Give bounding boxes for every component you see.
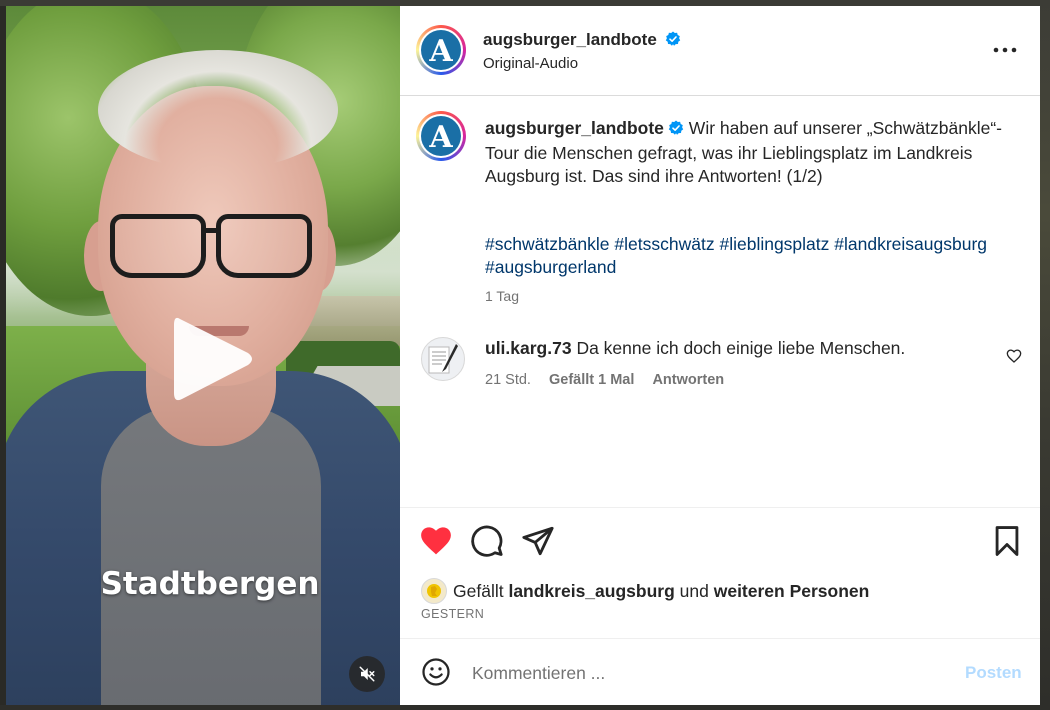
more-options-icon[interactable]: [992, 42, 1018, 58]
backdrop-right[interactable]: [1040, 0, 1050, 710]
liker-username[interactable]: landkreis_augsburg: [508, 581, 674, 602]
paper-plane-icon[interactable]: [521, 524, 555, 558]
logo-letter: A: [428, 34, 453, 67]
caption-author-avatar[interactable]: A: [416, 111, 466, 161]
post-comment-button[interactable]: Posten: [965, 663, 1022, 683]
comment-text: Da kenne ich doch einige liebe Menschen.: [576, 338, 906, 358]
author-username[interactable]: augsburger_landbote: [483, 30, 657, 49]
hashtag-link[interactable]: #landkreisaugsburg: [834, 234, 987, 254]
post-header: A augsburger_landbote Original-Audio: [400, 6, 1040, 96]
comment-username[interactable]: uli.karg.73: [485, 338, 572, 358]
play-icon[interactable]: [166, 311, 256, 407]
divider: [400, 507, 1040, 508]
backdrop-bottom: [0, 705, 1050, 710]
reel-video[interactable]: Stadtbergen: [6, 6, 400, 705]
video-person-shirt: [101, 406, 321, 705]
header-author: augsburger_landbote: [483, 30, 681, 52]
author-logo: A: [421, 30, 461, 70]
comment-bubble-icon[interactable]: [470, 524, 504, 558]
comment-reply-button[interactable]: Antworten: [652, 372, 724, 388]
caption-username[interactable]: augsburger_landbote: [485, 118, 664, 138]
smiley-icon[interactable]: [421, 657, 451, 687]
verified-badge-icon: [668, 119, 684, 142]
comment-meta: 21 Std. Gefällt 1 Mal Antworten: [485, 372, 738, 388]
comment-like-count[interactable]: Gefällt 1 Mal: [549, 372, 634, 388]
comment-heart-icon[interactable]: [1006, 348, 1022, 364]
video-person-glasses: [110, 214, 206, 278]
logo-letter: A: [428, 120, 453, 153]
video-caption: Stadtbergen: [100, 566, 320, 602]
comment-body: uli.karg.73 Da kenne ich doch einige lie…: [485, 338, 905, 359]
verified-badge-icon: [665, 31, 681, 52]
divider: [400, 638, 1040, 639]
comment-input[interactable]: [472, 660, 942, 686]
author-logo: A: [421, 116, 461, 156]
author-avatar[interactable]: A: [416, 25, 466, 75]
speaker-muted-icon[interactable]: [349, 656, 385, 692]
liker-avatar[interactable]: [421, 578, 447, 604]
video-person-glasses: [216, 214, 312, 278]
hashtag-link[interactable]: #augsburgerland: [485, 257, 616, 277]
post-caption: augsburger_landbote Wir haben auf unsere…: [485, 117, 1025, 188]
comment-time[interactable]: 21 Std.: [485, 372, 531, 388]
post-panel: A augsburger_landbote Original-Audio A a…: [400, 6, 1040, 705]
hashtag-link[interactable]: #letsschwätz: [614, 234, 714, 254]
hashtag-link[interactable]: #schwätzbänkle: [485, 234, 610, 254]
hashtag-link[interactable]: #lieblingsplatz: [719, 234, 829, 254]
video-person-glasses-bridge: [204, 228, 220, 233]
likes-prefix: Gefällt: [453, 580, 504, 601]
bookmark-icon[interactable]: [990, 524, 1024, 558]
likes-and: und: [679, 580, 709, 601]
audio-label[interactable]: Original-Audio: [483, 55, 578, 72]
heart-filled-icon[interactable]: [419, 524, 453, 558]
likes-summary: Gefällt landkreis_augsburg und weiteren …: [421, 578, 869, 604]
video-person-hair: [98, 50, 338, 170]
comment-avatar[interactable]: [421, 337, 465, 381]
hashtag-list: #schwätzbänkle #letsschwätz #lieblingspl…: [485, 233, 1025, 279]
likes-others-link[interactable]: weiteren Personen: [714, 581, 870, 602]
post-age[interactable]: 1 Tag: [485, 288, 519, 304]
post-date[interactable]: GESTERN: [421, 607, 484, 621]
